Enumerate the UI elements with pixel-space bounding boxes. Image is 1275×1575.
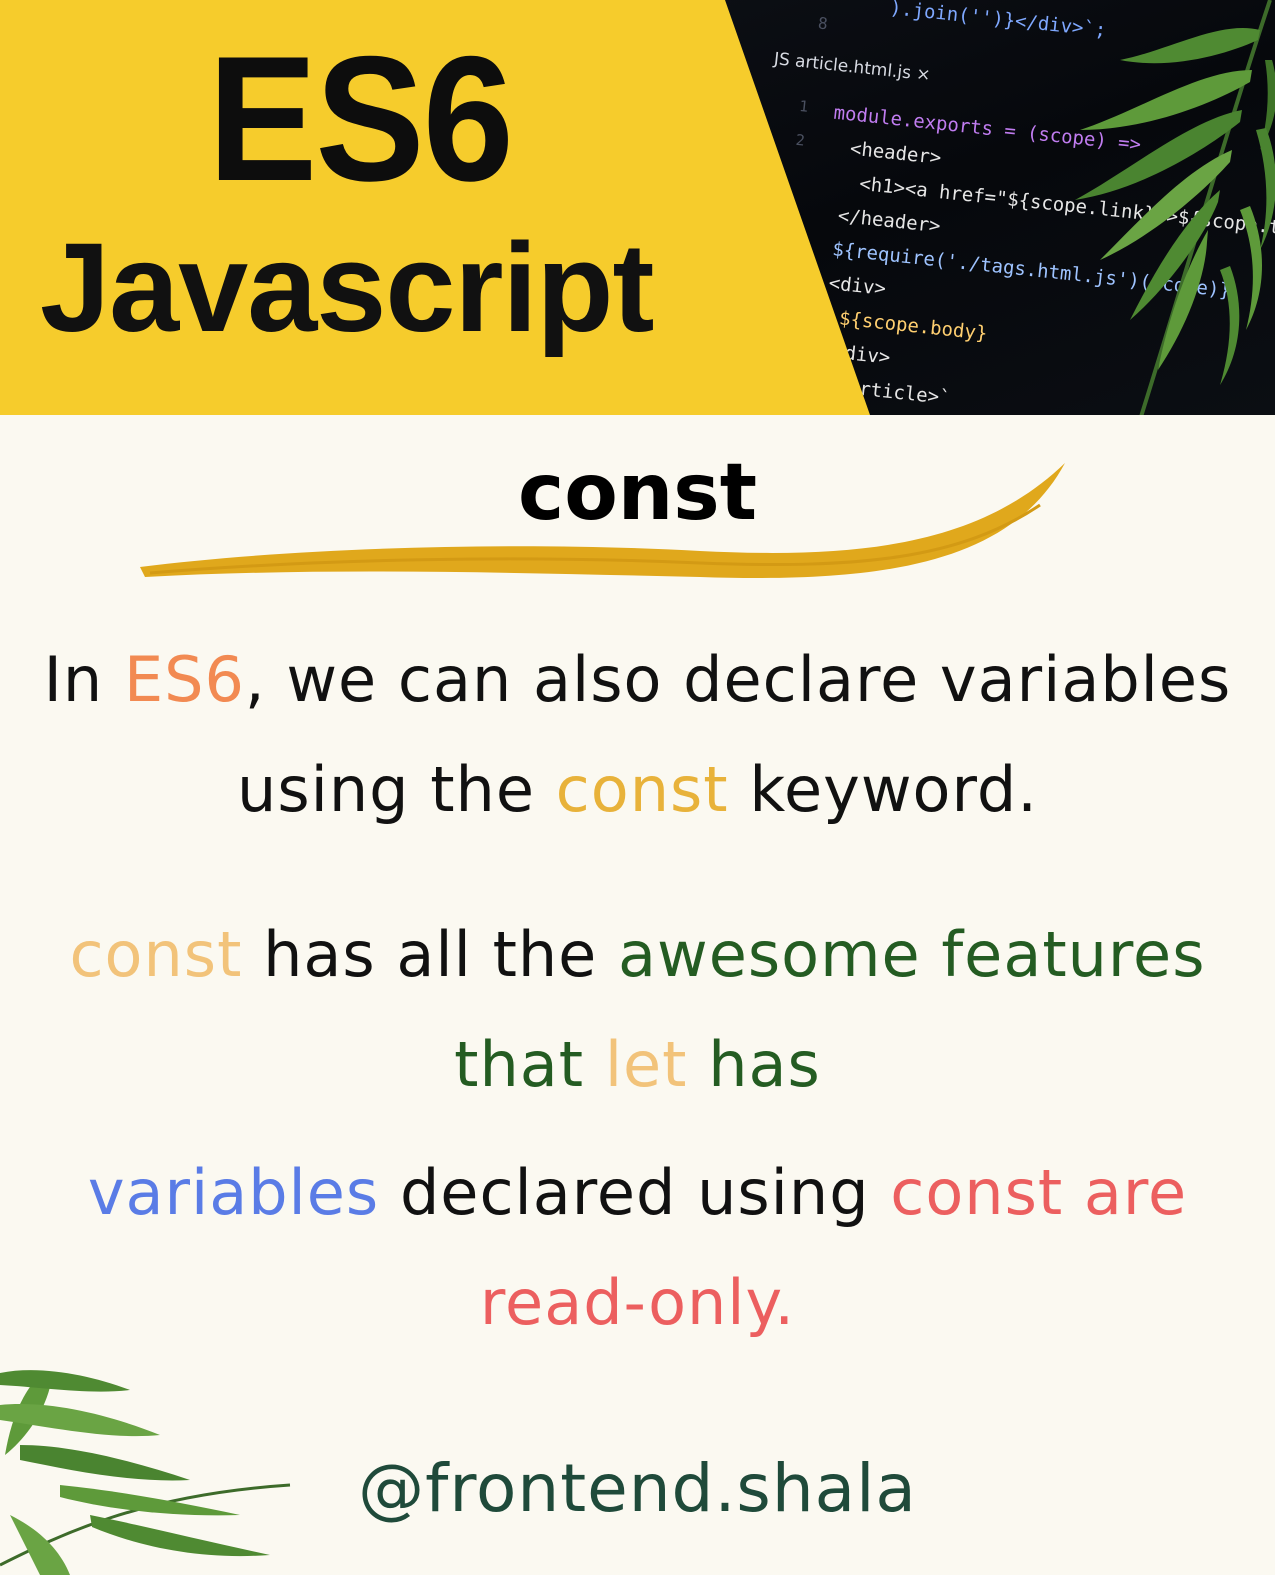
code-line: </header> <box>837 205 942 238</box>
paragraph-read-only: variables declared using const are read-… <box>40 1138 1235 1358</box>
code-line: <header> <box>849 138 942 169</box>
code-line-number: 2 <box>795 131 806 150</box>
text-segment: In <box>43 643 124 716</box>
code-tab-label: JS article.html.js × <box>772 49 932 85</box>
palm-leaf-top-right-icon <box>1075 0 1275 415</box>
text-segment: has all the <box>242 918 619 991</box>
paragraph-const-features: const has all the awesome features that … <box>40 900 1235 1120</box>
code-line: ${scope.body} <box>838 307 988 344</box>
text-segment-let: let <box>604 1028 688 1101</box>
paragraph-es6-const: In ES6, we can also declare variables us… <box>40 625 1235 845</box>
text-segment-const: const <box>69 918 243 991</box>
code-line: </div> <box>821 340 892 369</box>
text-segment-const: const <box>555 753 729 826</box>
banner-title-es6: ES6 <box>207 19 514 218</box>
code-line-number-top: 8 <box>817 14 829 34</box>
header-banner: ).join('')}</div>`; 8 JS article.html.js… <box>0 0 1275 415</box>
section-heading: const <box>517 448 758 538</box>
text-segment-variables: variables <box>87 1156 380 1229</box>
code-line: <div> <box>828 272 887 300</box>
text-segment: keyword. <box>728 753 1038 826</box>
banner-title-javascript: Javascript <box>40 217 654 358</box>
code-line: </article>` <box>824 374 951 409</box>
code-line-number: 1 <box>798 97 809 116</box>
page: ).join('')}</div>`; 8 JS article.html.js… <box>0 0 1275 1575</box>
author-handle: @frontend.shala <box>358 1450 917 1527</box>
text-segment <box>584 1028 605 1101</box>
text-segment-es6: ES6 <box>123 643 245 716</box>
text-segment: declared using <box>379 1156 891 1229</box>
text-segment-has: has <box>687 1028 821 1101</box>
